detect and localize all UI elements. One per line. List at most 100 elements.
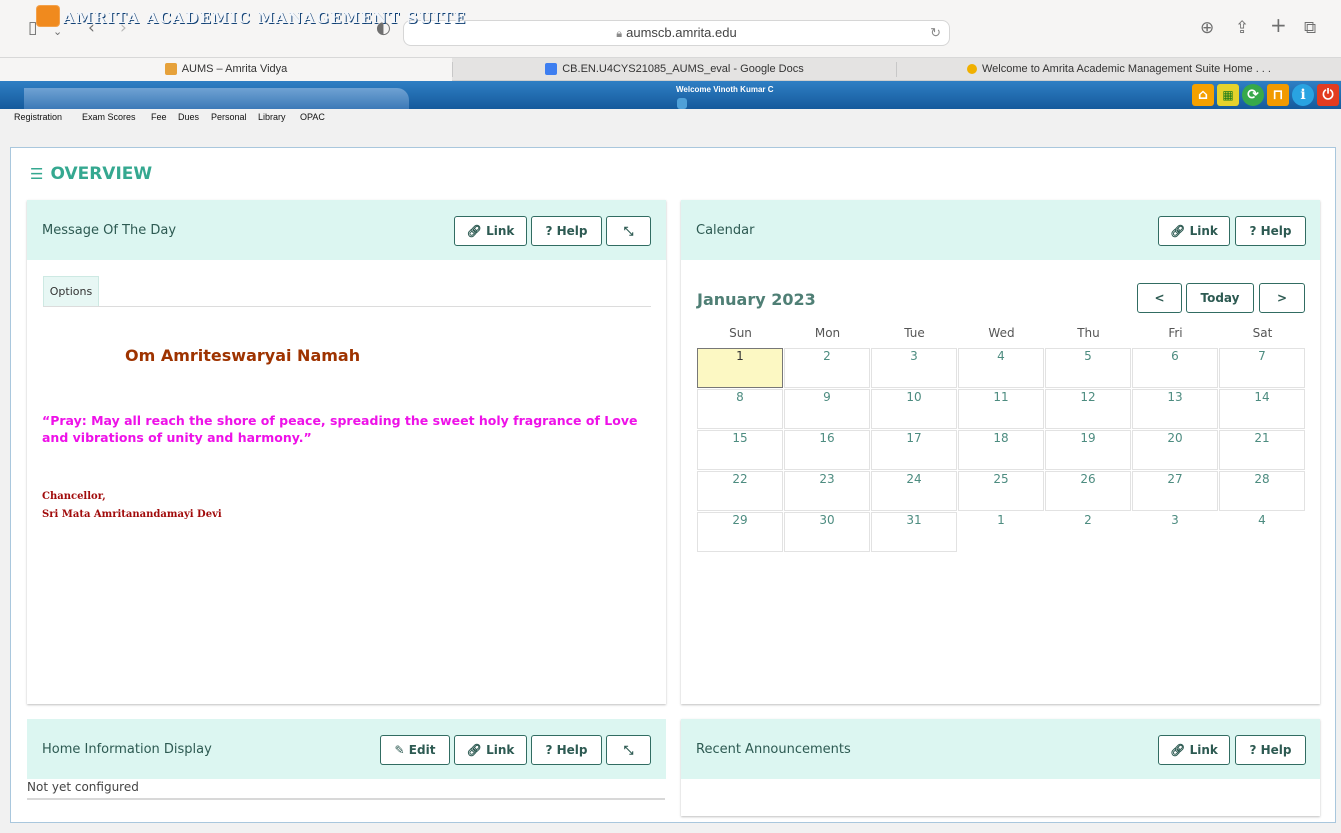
calendar-day[interactable]: 23 bbox=[784, 471, 870, 511]
calendar-day[interactable]: 3 bbox=[871, 348, 957, 388]
calendar-day[interactable]: 2 bbox=[1045, 512, 1131, 552]
tab-overview-icon[interactable]: ⧉ bbox=[1304, 20, 1316, 37]
calendar-day[interactable]: 21 bbox=[1219, 430, 1305, 470]
new-tab-icon[interactable]: + bbox=[1270, 15, 1287, 35]
globe-icon[interactable]: ⟳ bbox=[1242, 84, 1264, 106]
calendar-day[interactable]: 17 bbox=[871, 430, 957, 470]
home-icon[interactable]: ⌂ bbox=[1192, 84, 1214, 106]
menu-opac[interactable]: OPAC bbox=[300, 112, 325, 122]
compress-icon: ⤡ bbox=[623, 743, 634, 757]
calendar-panel: Calendar 🔗︎ Link ? Help January 2023 < T… bbox=[681, 200, 1320, 704]
motd-signature: Chancellor, Sri Mata Amritanandamayi Dev… bbox=[42, 488, 222, 524]
calendar-day[interactable]: 10 bbox=[871, 389, 957, 429]
calendar-day[interactable]: 6 bbox=[1132, 348, 1218, 388]
help-button[interactable]: ? Help bbox=[531, 735, 602, 765]
signature-line-2: Sri Mata Amritanandamayi Devi bbox=[42, 509, 222, 520]
help-icon: ? bbox=[545, 224, 553, 238]
calendar-day[interactable]: 12 bbox=[1045, 389, 1131, 429]
panel-title: Message Of The Day bbox=[42, 223, 177, 238]
app-header bbox=[0, 81, 1341, 109]
calendar-day[interactable]: 29 bbox=[697, 512, 783, 552]
calendar-day[interactable]: 5 bbox=[1045, 348, 1131, 388]
menu-registration[interactable]: Registration bbox=[14, 112, 62, 122]
calendar-day[interactable]: 30 bbox=[784, 512, 870, 552]
collapse-button[interactable]: ⤡ bbox=[606, 216, 651, 246]
calendar-day[interactable]: 8 bbox=[697, 389, 783, 429]
tab-amrita-home[interactable]: Welcome to Amrita Academic Management Su… bbox=[897, 58, 1341, 81]
calendar-day[interactable]: 19 bbox=[1045, 430, 1131, 470]
calendar-day[interactable]: 22 bbox=[697, 471, 783, 511]
panel-header: Recent Announcements 🔗︎ Link ? Help bbox=[681, 719, 1320, 779]
calendar-day[interactable]: 2 bbox=[784, 348, 870, 388]
address-bar[interactable]: 🔒︎ aumscb.amrita.edu ↻ bbox=[403, 20, 950, 46]
link-button[interactable]: 🔗︎ Link bbox=[1158, 216, 1230, 246]
link-button[interactable]: 🔗︎ Link bbox=[1158, 735, 1230, 765]
edit-button[interactable]: ✎ Edit bbox=[380, 735, 450, 765]
panel-title: Calendar bbox=[696, 223, 755, 238]
overview-heading: ☰ OVERVIEW bbox=[30, 164, 153, 184]
calendar-day[interactable]: 1 bbox=[697, 348, 783, 388]
lock-icon[interactable]: ⊓ bbox=[1267, 84, 1289, 106]
calendar-day[interactable]: 15 bbox=[697, 430, 783, 470]
share-icon[interactable]: ⇪ bbox=[1235, 20, 1249, 37]
user-avatar[interactable] bbox=[677, 98, 687, 109]
calendar-day[interactable]: 3 bbox=[1132, 512, 1218, 552]
calendar-day[interactable]: 27 bbox=[1132, 471, 1218, 511]
calendar-day[interactable]: 11 bbox=[958, 389, 1044, 429]
calendar-day[interactable]: 1 bbox=[958, 512, 1044, 552]
calendar-day[interactable]: 13 bbox=[1132, 389, 1218, 429]
panel-header: Calendar 🔗︎ Link ? Help bbox=[681, 200, 1320, 260]
motd-body: Options Om Amriteswaryai Namah “Pray: Ma… bbox=[27, 260, 666, 704]
calendar-day[interactable]: 7 bbox=[1219, 348, 1305, 388]
apps-icon[interactable]: ▦ bbox=[1217, 84, 1239, 106]
menu-exam-scores[interactable]: Exam Scores bbox=[82, 112, 136, 122]
calendar-day[interactable]: 20 bbox=[1132, 430, 1218, 470]
calendar-day[interactable]: 31 bbox=[871, 512, 957, 552]
calendar-day[interactable]: 25 bbox=[958, 471, 1044, 511]
help-icon: ? bbox=[1249, 224, 1257, 238]
panel-title: Home Information Display bbox=[42, 742, 212, 757]
download-icon[interactable]: ⊕ bbox=[1200, 20, 1214, 37]
collapse-button[interactable]: ⤡ bbox=[606, 735, 651, 765]
tab-google-docs[interactable]: CB.EN.U4CYS21085_AUMS_eval - Google Docs bbox=[453, 58, 896, 81]
info-icon[interactable]: i bbox=[1292, 84, 1314, 106]
calendar-month: January 2023 bbox=[697, 290, 816, 309]
help-button[interactable]: ? Help bbox=[531, 216, 602, 246]
help-button[interactable]: ? Help bbox=[1235, 216, 1306, 246]
calendar-day[interactable]: 9 bbox=[784, 389, 870, 429]
calendar-day[interactable]: 18 bbox=[958, 430, 1044, 470]
main-menu: Registration Exam Scores Fee Dues Person… bbox=[0, 109, 1341, 147]
today-button[interactable]: Today bbox=[1186, 283, 1254, 313]
link-icon: 🔗︎ bbox=[1170, 743, 1186, 757]
aums-logo-icon bbox=[36, 5, 60, 27]
motd-heading: Om Amriteswaryai Namah bbox=[125, 346, 361, 365]
docs-favicon-icon bbox=[545, 63, 558, 76]
motd-quote: “Pray: May all reach the shore of peace,… bbox=[42, 413, 638, 445]
header-icons: ⌂ ▦ ⟳ ⊓ i ⏻ bbox=[1192, 84, 1339, 108]
power-icon[interactable]: ⏻ bbox=[1317, 84, 1339, 106]
link-icon: 🔗︎ bbox=[1170, 224, 1186, 238]
options-tab[interactable]: Options bbox=[43, 276, 99, 306]
calendar-day[interactable]: 14 bbox=[1219, 389, 1305, 429]
menu-personal[interactable]: Personal bbox=[211, 112, 247, 122]
calendar-day[interactable]: 28 bbox=[1219, 471, 1305, 511]
menu-fee[interactable]: Fee bbox=[151, 112, 167, 122]
link-button[interactable]: 🔗︎ Link bbox=[454, 216, 527, 246]
link-button[interactable]: 🔗︎ Link bbox=[454, 735, 527, 765]
help-icon: ? bbox=[1249, 743, 1257, 757]
calendar-day[interactable]: 24 bbox=[871, 471, 957, 511]
help-button[interactable]: ? Help bbox=[1235, 735, 1306, 765]
menu-dues[interactable]: Dues bbox=[178, 112, 199, 122]
tab-aums[interactable]: AUMS – Amrita Vidya bbox=[0, 58, 452, 81]
menu-library[interactable]: Library bbox=[258, 112, 286, 122]
reload-icon[interactable]: ↻ bbox=[930, 21, 941, 45]
calendar-day[interactable]: 4 bbox=[1219, 512, 1305, 552]
next-month-button[interactable]: > bbox=[1259, 283, 1305, 313]
calendar-day[interactable]: 26 bbox=[1045, 471, 1131, 511]
loading-icon bbox=[967, 64, 977, 75]
calendar-day[interactable]: 4 bbox=[958, 348, 1044, 388]
prev-month-button[interactable]: < bbox=[1137, 283, 1182, 313]
calendar-day[interactable]: 16 bbox=[784, 430, 870, 470]
tab-label: CB.EN.U4CYS21085_AUMS_eval - Google Docs bbox=[562, 63, 804, 75]
panel-title: Recent Announcements bbox=[696, 742, 851, 757]
